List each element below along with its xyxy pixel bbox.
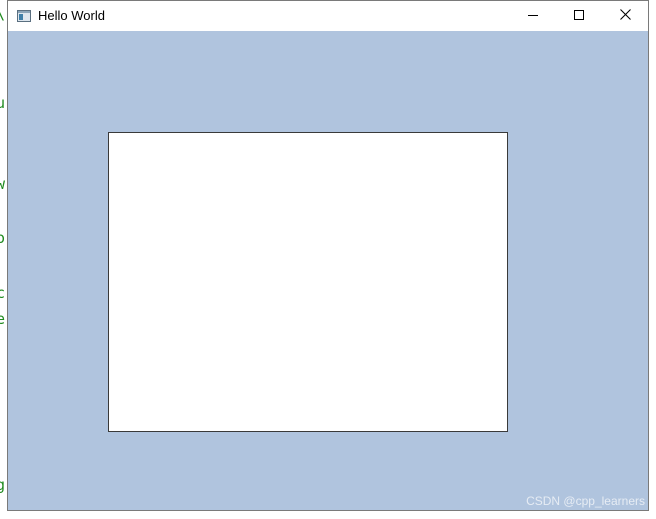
close-button[interactable]	[602, 1, 648, 31]
watermark: CSDN @cpp_learners	[526, 494, 645, 508]
drawing-canvas[interactable]	[108, 132, 508, 432]
maximize-icon	[574, 7, 584, 25]
title-bar[interactable]: Hello World	[8, 1, 648, 31]
client-area: CSDN @cpp_learners	[8, 31, 648, 510]
maximize-button[interactable]	[556, 1, 602, 31]
close-icon	[619, 7, 631, 25]
app-window: Hello World CSDN @cpp_learners	[7, 0, 649, 511]
app-window-icon	[17, 9, 31, 22]
window-title: Hello World	[38, 8, 105, 23]
minimize-icon	[528, 7, 538, 25]
minimize-button[interactable]	[510, 1, 556, 31]
screen: \ u w o c e g Hello World	[0, 0, 656, 519]
